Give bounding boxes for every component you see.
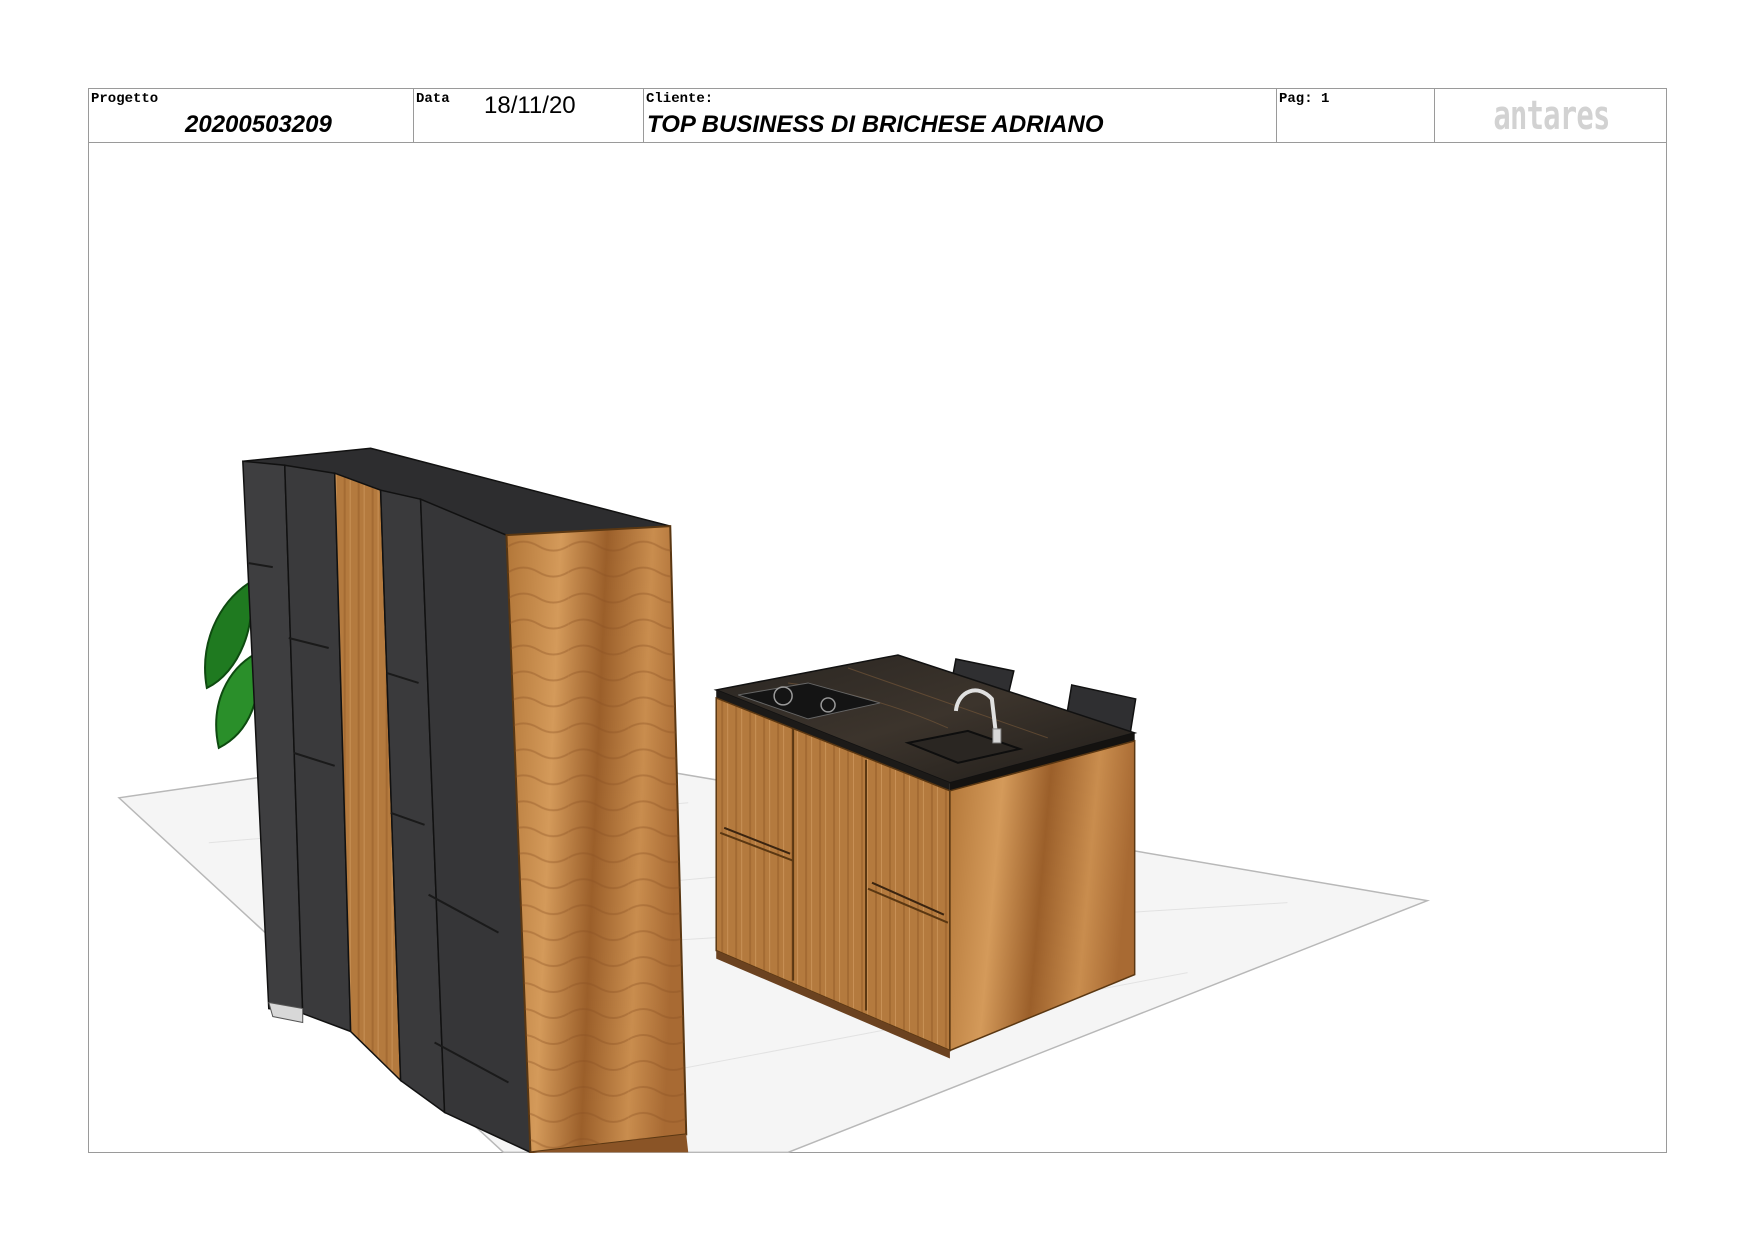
date-cell: Data 18/11/20 [414, 89, 644, 142]
tall-cabinet-unit [242, 447, 689, 1153]
project-number: 20200503209 [185, 111, 332, 138]
project-cell: Progetto 20200503209 [89, 89, 414, 142]
page-label: Pag: 1 [1279, 91, 1330, 107]
page-cell: Pag: 1 [1277, 89, 1435, 142]
kitchen-3d-render [117, 447, 1431, 1153]
client-cell: Cliente: TOP BUSINESS DI BRICHESE ADRIAN… [644, 89, 1277, 142]
drawing-sheet: Progetto 20200503209 Data 18/11/20 Clien… [88, 88, 1667, 1153]
date-label: Data [416, 91, 450, 107]
client-label: Cliente: [646, 91, 714, 107]
antares-logo: antares [1493, 92, 1610, 139]
logo-cell: antares [1435, 89, 1668, 142]
date-value: 18/11/20 [484, 92, 576, 119]
project-label: Progetto [91, 91, 159, 107]
title-block: Progetto 20200503209 Data 18/11/20 Clien… [89, 89, 1666, 143]
client-name: TOP BUSINESS DI BRICHESE ADRIANO [647, 111, 1104, 138]
